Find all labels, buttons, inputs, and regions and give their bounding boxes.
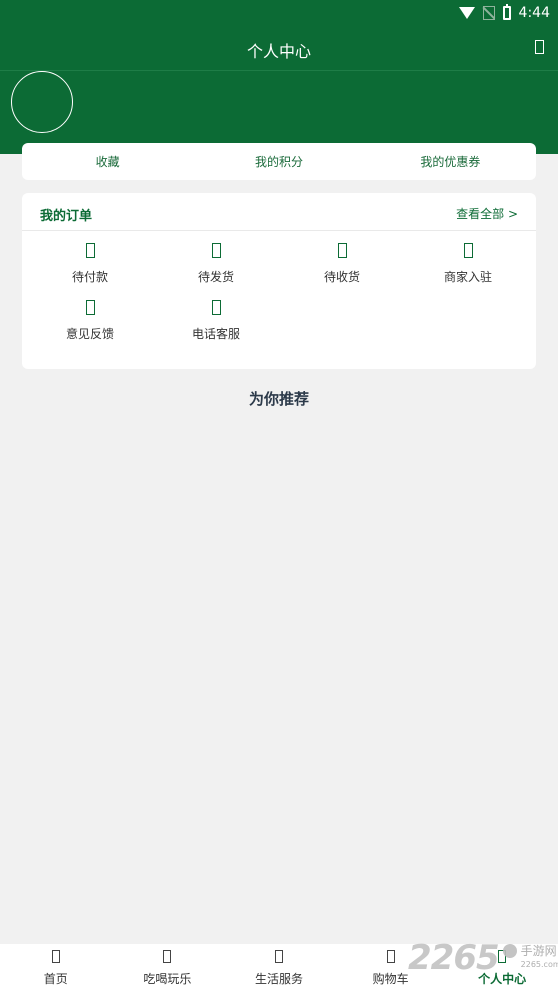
merchant-icon (463, 243, 473, 258)
tab-cart[interactable]: 购物车 (335, 944, 447, 992)
services-icon (274, 950, 283, 963)
tab-label: 吃喝玩乐 (143, 972, 192, 986)
user-icon (498, 950, 507, 963)
tab-life-services[interactable]: 生活服务 (223, 944, 335, 992)
bottom-tab-bar: 首页 吃喝玩乐 生活服务 购物车 个人中心 (0, 944, 558, 992)
battery-icon (502, 4, 511, 20)
tab-food-fun[interactable]: 吃喝玩乐 (112, 944, 224, 992)
tab-personal-center[interactable]: 个人中心 (446, 944, 558, 992)
app-header: 个人中心 (0, 26, 558, 70)
my-coupons-link[interactable]: 我的优惠券 (365, 153, 536, 170)
orders-card: 我的订单 查看全部 > 待付款 待发货 待收货 商家入驻 意见反馈 电话客服 (22, 193, 536, 369)
tab-label: 购物车 (372, 972, 409, 986)
home-icon (51, 950, 60, 963)
shipping-icon (211, 243, 221, 258)
feedback-icon (85, 300, 95, 315)
order-item-pending-receipt[interactable]: 待收货 (279, 243, 405, 300)
favorites-link[interactable]: 收藏 (22, 153, 193, 170)
food-icon (163, 950, 172, 963)
tab-label: 生活服务 (254, 972, 303, 986)
order-item-feedback[interactable]: 意见反馈 (27, 300, 153, 357)
recommend-title: 为你推荐 (248, 390, 309, 408)
avatar[interactable] (11, 71, 73, 133)
profile-banner (0, 70, 558, 154)
status-bar: 4:44 (0, 0, 558, 26)
status-icons: 4:44 (458, 3, 550, 23)
orders-title: 我的订单 (40, 209, 93, 224)
order-item-label: 待付款 (71, 270, 108, 284)
payment-icon (85, 243, 95, 258)
order-item-phone-support[interactable]: 电话客服 (153, 300, 279, 357)
orders-header: 我的订单 查看全部 > (22, 193, 536, 231)
order-item-label: 待发货 (197, 270, 234, 284)
order-item-label: 意见反馈 (65, 327, 114, 341)
order-item-label: 待收货 (323, 270, 360, 284)
quick-links-card: 收藏 我的积分 我的优惠券 (22, 143, 536, 180)
page-title: 个人中心 (246, 42, 311, 61)
phone-icon (211, 300, 221, 315)
receive-icon (337, 243, 347, 258)
no-sim-icon (482, 6, 495, 20)
my-points-link[interactable]: 我的积分 (193, 153, 364, 170)
view-all-orders-link[interactable]: 查看全部 > (456, 205, 518, 222)
order-item-label: 商家入驻 (443, 270, 492, 284)
settings-icon[interactable] (535, 40, 544, 54)
orders-grid: 待付款 待发货 待收货 商家入驻 意见反馈 电话客服 (27, 243, 531, 357)
status-time: 4:44 (518, 5, 550, 21)
wifi-icon (458, 7, 475, 19)
cart-icon (386, 950, 395, 963)
tab-label: 首页 (43, 972, 68, 986)
order-item-label: 电话客服 (191, 327, 240, 341)
order-item-pending-payment[interactable]: 待付款 (27, 243, 153, 300)
order-item-merchant-join[interactable]: 商家入驻 (405, 243, 531, 300)
tab-label: 个人中心 (478, 972, 527, 986)
tab-home[interactable]: 首页 (0, 944, 112, 992)
order-item-pending-shipment[interactable]: 待发货 (153, 243, 279, 300)
